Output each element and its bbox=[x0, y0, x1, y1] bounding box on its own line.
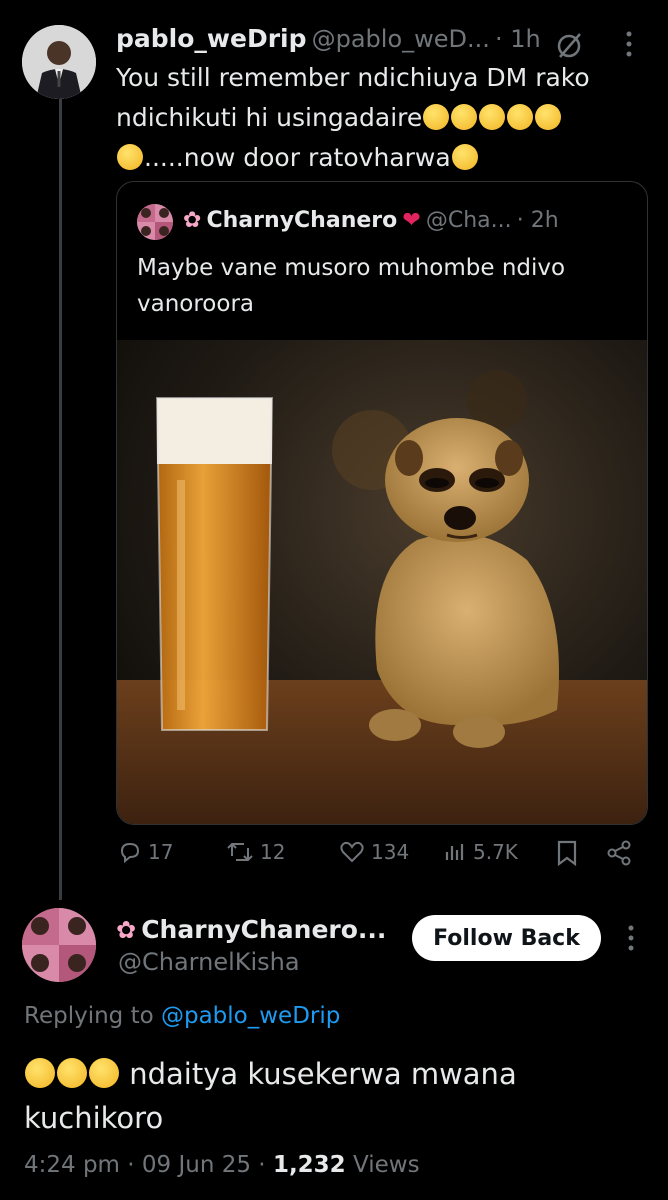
views-icon bbox=[445, 844, 464, 860]
thread-line bbox=[59, 92, 62, 900]
views-label: Views bbox=[353, 1152, 420, 1178]
like-count: 134 bbox=[371, 840, 410, 864]
laughing-emoji-icon bbox=[89, 1058, 119, 1088]
reply-author[interactable]: ✿ CharnyChanero... bbox=[116, 915, 386, 944]
laughing-emoji-icon bbox=[57, 1058, 87, 1088]
tweet-text-line: ndichikuti hi usingadaire bbox=[116, 98, 646, 138]
replying-prefix: Replying to bbox=[24, 1003, 154, 1029]
quote-display-name: CharnyChanero bbox=[206, 208, 398, 233]
quote-image[interactable] bbox=[117, 340, 647, 824]
quote-text: Maybe vane musoro muhombe ndivo vanoroor… bbox=[137, 250, 565, 322]
rofl-emoji-icon bbox=[423, 104, 450, 130]
like-button[interactable]: 134 bbox=[339, 840, 409, 864]
heart-emoji-icon: ❤ bbox=[402, 208, 421, 233]
flower-icon: ✿ bbox=[183, 208, 202, 233]
rofl-emoji-icon bbox=[117, 144, 143, 170]
heart-icon bbox=[340, 841, 364, 863]
flower-icon: ✿ bbox=[116, 916, 137, 944]
reply-display-name: CharnyChanero... bbox=[141, 915, 387, 944]
reply-text-line: ndaitya kusekerwa mwana bbox=[24, 1052, 644, 1096]
reply-avatar[interactable] bbox=[22, 908, 96, 982]
reply-handle[interactable]: @CharnelKisha bbox=[118, 948, 300, 976]
rofl-emoji-icon bbox=[479, 104, 506, 130]
avatar[interactable] bbox=[22, 25, 96, 99]
bookmark-icon[interactable] bbox=[556, 840, 578, 871]
follow-back-button[interactable]: Follow Back bbox=[412, 915, 601, 961]
reply-icon bbox=[120, 842, 140, 864]
reply-text-line: kuchikoro bbox=[24, 1101, 164, 1135]
tweet-text-line: .....now door ratovharwa bbox=[116, 138, 646, 178]
retweet-icon bbox=[227, 842, 253, 862]
quote-header: ✿ CharnyChanero ❤ @Cha... · 2h bbox=[183, 208, 559, 233]
view-count-total: 1,232 bbox=[272, 1152, 346, 1178]
tweet-text-segment: ndichikuti hi usingadaire bbox=[116, 103, 423, 132]
rofl-emoji-icon bbox=[507, 104, 534, 130]
retweet-count: 12 bbox=[260, 840, 286, 864]
reply-text: ndaitya kusekerwa mwana kuchikoro bbox=[24, 1052, 644, 1140]
quote-handle: @Cha... bbox=[425, 208, 512, 233]
views-button[interactable]: 5.7K bbox=[443, 840, 518, 864]
display-name[interactable]: pablo_weDrip bbox=[116, 24, 307, 53]
tweet-header: pablo_weDrip @pablo_weD... · 1h bbox=[116, 24, 541, 53]
quote-text-line: Maybe vane musoro muhombe ndivo bbox=[137, 255, 566, 281]
timestamp[interactable]: 4:24 pm · 09 Jun 25 · bbox=[24, 1152, 266, 1178]
tweet-text-line: You still remember ndichiuya DM rako bbox=[116, 63, 590, 92]
more-vertical-icon[interactable] bbox=[626, 924, 636, 956]
rofl-emoji-icon bbox=[451, 104, 478, 130]
rofl-emoji-icon bbox=[535, 104, 562, 130]
laughing-emoji-icon bbox=[25, 1058, 55, 1088]
timestamp[interactable]: · 1h bbox=[495, 25, 541, 53]
replying-to: Replying to @pablo_weDrip bbox=[24, 1003, 340, 1029]
rofl-emoji-icon bbox=[451, 144, 478, 170]
replying-handle-link[interactable]: @pablo_weDrip bbox=[161, 1003, 340, 1029]
reply-count: 17 bbox=[148, 840, 174, 864]
reply-button[interactable]: 17 bbox=[118, 840, 173, 864]
handle[interactable]: @pablo_weD... bbox=[312, 25, 490, 53]
quoted-tweet[interactable]: ✿ CharnyChanero ❤ @Cha... · 2h Maybe van… bbox=[116, 181, 648, 825]
quote-time: · 2h bbox=[516, 208, 559, 233]
view-count: 5.7K bbox=[473, 840, 518, 864]
timestamp-row: 4:24 pm · 09 Jun 25 · 1,232 Views bbox=[24, 1152, 420, 1178]
quote-avatar bbox=[137, 204, 173, 240]
share-icon[interactable] bbox=[606, 840, 632, 871]
tweet-text-segment: .....now door ratovharwa bbox=[144, 143, 451, 172]
reply-text-segment: ndaitya kusekerwa mwana bbox=[129, 1057, 517, 1091]
tweet-text: You still remember ndichiuya DM rako ndi… bbox=[116, 58, 646, 178]
retweet-button[interactable]: 12 bbox=[226, 840, 285, 864]
quote-text-line: vanoroora bbox=[137, 291, 254, 317]
